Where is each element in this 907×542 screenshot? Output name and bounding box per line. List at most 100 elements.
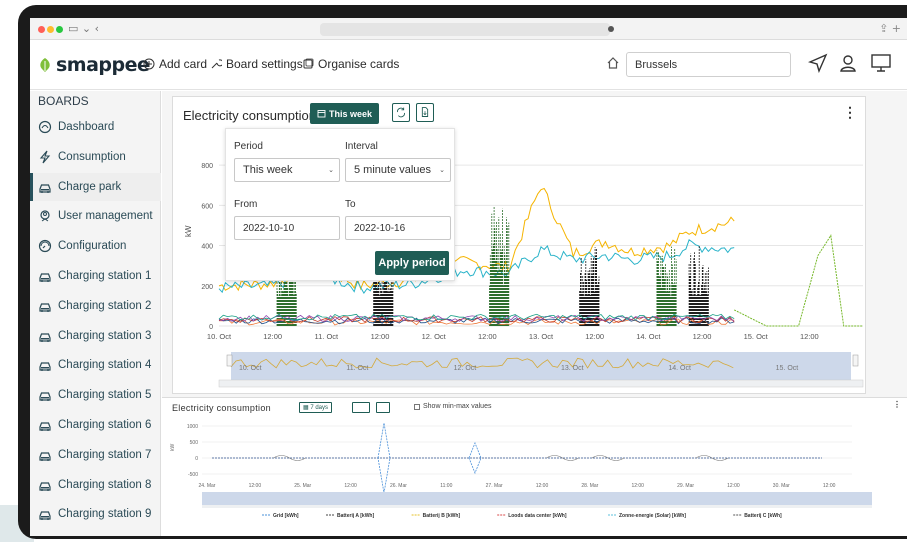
x-tick-label: 25. Mar — [294, 483, 311, 489]
card2-title: Electricity consumption — [172, 403, 271, 413]
sidebar-item-configuration[interactable]: Configuration — [30, 232, 161, 260]
to-label: To — [345, 199, 356, 210]
car-icon — [39, 392, 51, 402]
navigation-arrow-icon[interactable] — [808, 53, 828, 73]
to-date-input[interactable]: 2022-10-16 — [345, 216, 451, 240]
zoom-window-dot[interactable] — [56, 26, 63, 33]
export-file-button[interactable] — [416, 103, 434, 122]
x-tick-label: 12:00 — [631, 483, 644, 489]
x-tick-label: 30. Mar — [773, 483, 790, 489]
series-line — [733, 234, 863, 327]
sidebar-item-charging-station-9[interactable]: Charging station 9 — [30, 500, 161, 528]
x-tick-label: 29. Mar — [677, 483, 694, 489]
add-card-label: Add card — [159, 57, 208, 71]
sidebar-item-label: User management — [58, 210, 153, 223]
organise-cards-button[interactable]: Organise cards — [302, 57, 399, 71]
url-bar[interactable] — [320, 23, 610, 36]
apply-period-button[interactable]: Apply period — [375, 251, 449, 275]
electricity-consumption-card: Electricity consumption This week ⋮ 0 200… — [172, 96, 866, 394]
navigator-label: 11. Oct — [346, 365, 368, 372]
sidebar-item-label: Charging station 9 — [58, 508, 152, 521]
interval-label: Interval — [345, 141, 378, 152]
this-week-label: This week — [329, 108, 373, 119]
sidebar-item-label: Dashboard — [58, 121, 115, 133]
sidebar-item-charge-park[interactable]: Charge park — [30, 172, 161, 201]
board-settings-button[interactable]: Board settings — [210, 57, 303, 71]
user-icon[interactable] — [838, 53, 858, 73]
from-label: From — [234, 199, 258, 210]
x-tick-label: 12:00 — [585, 332, 604, 341]
x-tick-label: 15. Oct — [744, 332, 769, 341]
location-search-input[interactable] — [626, 52, 791, 77]
sidebar-item-charging-station-3[interactable]: Charging station 3 — [30, 322, 161, 350]
legend-label: Zonne-energie (Solar) [kWh] — [619, 513, 686, 519]
x-tick-label: 26. Mar — [390, 483, 407, 489]
x-tick-label: 12:00 — [344, 483, 357, 489]
seven-days-button[interactable]: ▦ 7 days — [299, 402, 333, 413]
sidebar-item-consumption[interactable]: Consumption — [30, 143, 161, 171]
close-window-dot[interactable] — [38, 26, 45, 33]
minimize-window-dot[interactable] — [47, 26, 54, 33]
monitor-icon[interactable] — [870, 53, 892, 73]
add-card-button[interactable]: Add card — [143, 57, 207, 71]
x-tick-label: 12:00 — [371, 332, 390, 341]
sidebar-item-dashboard[interactable]: Dashboard — [30, 113, 161, 141]
y-tick-label: 1000 — [187, 424, 198, 430]
x-tick-label: 24. Mar — [199, 483, 216, 489]
series-burst — [579, 247, 600, 326]
sidebar-item-charging-station-6[interactable]: Charging station 6 — [30, 411, 161, 439]
screen: ▭ ⌄ ‹ ⇪ + smappee Add card Board setting… — [30, 18, 907, 536]
main-content: Electricity consumption This week ⋮ 0 200… — [162, 91, 907, 536]
home-icon[interactable] — [606, 56, 620, 70]
sidebar-item-charging-station-8[interactable]: Charging station 8 — [30, 471, 161, 499]
card-menu-kebab-icon[interactable]: ⋮ — [843, 104, 857, 121]
y-axis-label: kW — [170, 444, 176, 452]
electricity-consumption-card-2: Electricity consumption ▦ 7 days Show mi… — [162, 397, 907, 536]
browser-toolbar: ▭ ⌄ ‹ ⇪ + — [30, 18, 907, 40]
sidebar-item-charging-station-7[interactable]: Charging station 7 — [30, 441, 161, 469]
y-tick-label: 0 — [209, 324, 213, 331]
sidebar-item-charging-station-4[interactable]: Charging station 4 — [30, 351, 161, 379]
sidebar-toggle-icon[interactable]: ▭ ⌄ ‹ — [68, 22, 99, 35]
period-select-value: This week — [243, 164, 293, 176]
x-tick-label: 12:00 — [478, 332, 497, 341]
this-week-button[interactable]: This week — [310, 103, 380, 124]
consumption-chart-2[interactable]: 1000 500 0 -500 kW 24. Mar 12:00 25. Mar 12:00 26… — [162, 413, 907, 536]
sidebar-item-charging-station-1[interactable]: Charging station 1 — [30, 262, 161, 290]
navigator-range — [202, 492, 872, 505]
legend-label: Batterij C [kWh] — [744, 513, 782, 519]
cards-icon — [303, 58, 314, 69]
smappee-logo[interactable]: smappee — [38, 54, 150, 76]
y-tick-label: 500 — [190, 440, 199, 446]
sidebar-item-label: Charging station 1 — [58, 270, 152, 282]
from-date-input[interactable]: 2022-10-10 — [234, 216, 340, 240]
sidebar-item-label: Charging station 7 — [58, 448, 152, 461]
boards-title: BOARDS — [38, 94, 89, 108]
navigator-label: 13. Oct — [561, 365, 584, 372]
x-tick-label: 12:00 — [693, 332, 712, 341]
interval-select[interactable]: 5 minute values ⌄ — [345, 158, 451, 182]
navigator-label: 12. Oct — [454, 365, 477, 372]
x-tick-label: 12:00 — [263, 332, 282, 341]
board-settings-label: Board settings — [226, 57, 303, 71]
period-select[interactable]: This week ⌄ — [234, 158, 340, 182]
checkbox-box[interactable] — [414, 403, 420, 410]
sidebar-item-charging-station-2[interactable]: Charging station 2 — [30, 292, 161, 320]
x-tick-label: 13. Oct — [529, 332, 554, 341]
car-icon — [39, 303, 51, 312]
refresh-button-2[interactable] — [352, 402, 370, 413]
x-tick-label: 10. Oct — [207, 332, 232, 341]
card2-menu-kebab-icon[interactable]: ⋮ — [893, 400, 901, 409]
navigator-scrollbar — [202, 505, 872, 508]
chevron-down-icon: ⌄ — [328, 166, 334, 174]
y-tick-label: 800 — [201, 163, 213, 170]
sidebar-item-user-management[interactable]: User management — [30, 202, 161, 230]
show-min-max-checkbox[interactable]: Show min-max values — [414, 403, 491, 410]
sidebar-item-charging-station-5[interactable]: Charging station 5 — [30, 381, 161, 409]
refresh-button[interactable] — [392, 103, 410, 122]
x-tick-label: 12:00 — [249, 483, 262, 489]
navigator-handle-right — [852, 354, 859, 367]
share-new-tab-icons[interactable]: ⇪ + — [879, 22, 901, 35]
export-file-button-2[interactable] — [376, 402, 390, 413]
sidebar-item-label: Charging station 2 — [58, 299, 152, 312]
